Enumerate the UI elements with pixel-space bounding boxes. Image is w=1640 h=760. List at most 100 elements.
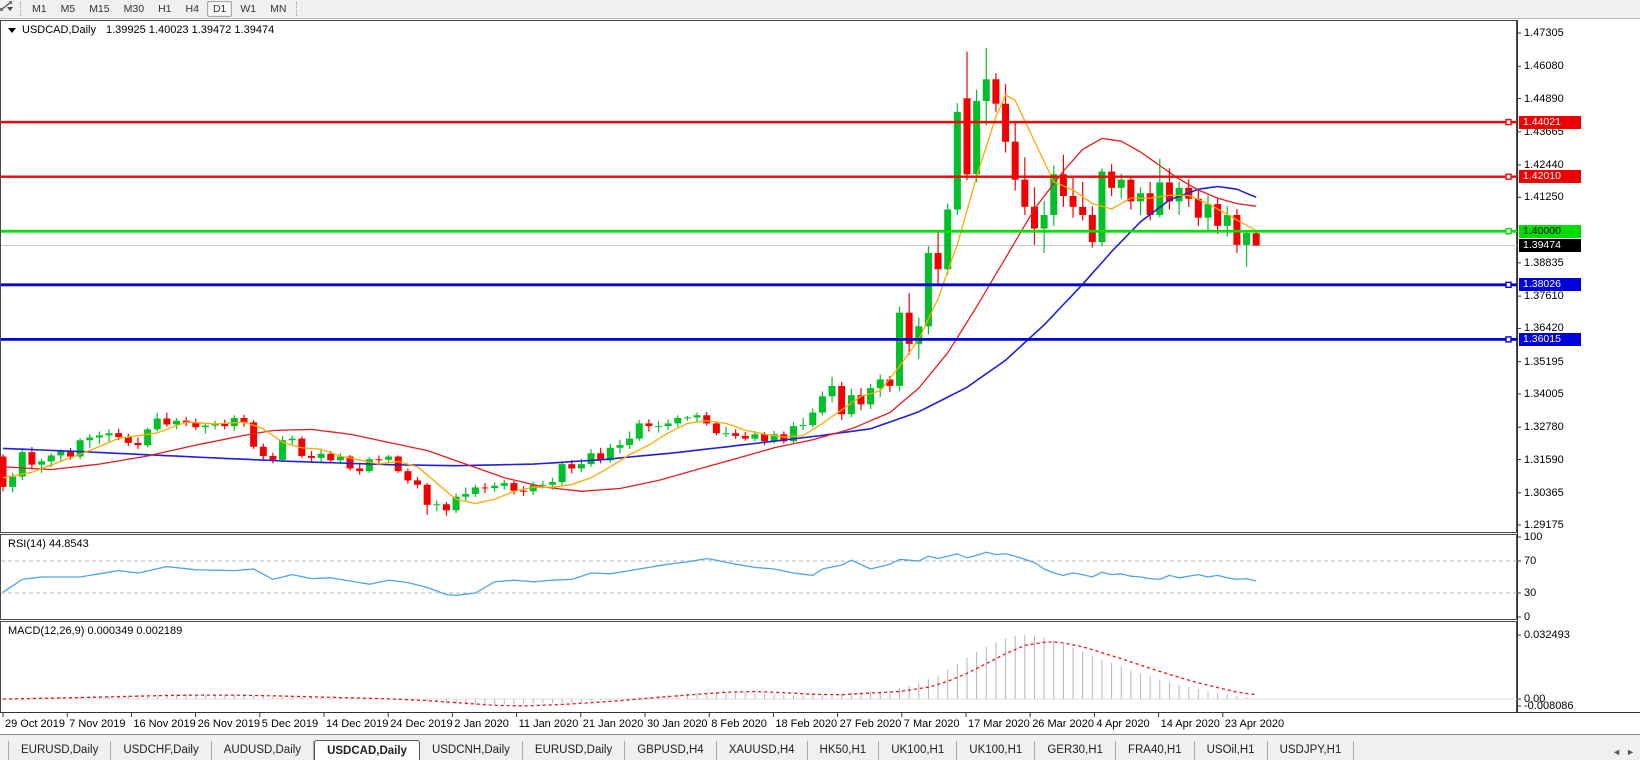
candle-body [973,101,980,174]
candle-body [694,415,701,417]
time-axis-label: 5 Dec 2019 [262,718,318,730]
tab-ger30-h1[interactable]: GER30,H1 [1035,741,1116,760]
candle-body [1021,180,1028,207]
candle-body [1205,204,1212,218]
candle-body [732,433,739,436]
level-line-handle [1506,229,1511,234]
price-axis-label: 1.41250 [1524,191,1564,203]
tab-eurusd-daily[interactable]: EURUSD,Daily [523,741,625,760]
candle-body [809,413,816,425]
candle-body [327,454,334,461]
candle-body [19,452,26,476]
tab-eurusd-daily[interactable]: EURUSD,Daily [8,741,111,760]
candle-body [829,386,836,396]
tab-usdcad-daily[interactable]: USDCAD,Daily [314,740,420,760]
time-axis-label: 14 Apr 2020 [1161,718,1220,730]
candle-body [674,418,681,423]
time-axis-label: 27 Feb 2020 [840,718,902,730]
tabs-scroll-right-icon[interactable]: ► [1626,747,1640,760]
candle-body [935,253,942,269]
candle-body [424,485,431,505]
price-badge-1.39474: 1.39474 [1519,239,1581,252]
candle-body [318,454,325,458]
candle-body [134,443,141,445]
candle-body [1108,172,1115,188]
price-badge-1.40000: 1.40000 [1519,225,1581,238]
candle-body [896,313,903,386]
candle-body [1176,188,1183,202]
candle-body [86,438,93,441]
price-badge-1.44021: 1.44021 [1519,116,1581,129]
time-axis-label: 29 Oct 2019 [5,718,65,730]
price-axis-label: 1.38835 [1524,257,1564,269]
candle-body [144,429,151,445]
tab-uk100-h1[interactable]: UK100,H1 [957,741,1035,760]
tab-xauusd-h4[interactable]: XAUUSD,H4 [717,741,808,760]
time-axis-label: 16 Nov 2019 [133,718,195,730]
time-axis-label: 24 Dec 2019 [390,718,452,730]
candle-body [375,459,382,460]
candle-body [106,433,113,435]
candle-body [48,455,55,461]
candle-body [1137,193,1144,201]
symbol-dropdown-triangle-icon [8,28,16,33]
macd-axis-label: -0.008086 [1524,700,1574,712]
tab-usoil-h1[interactable]: USOil,H1 [1195,741,1268,760]
rsi-axis-label: 70 [1524,555,1536,567]
tab-gbpusd-h4[interactable]: GBPUSD,H4 [625,741,716,760]
candle-body [1089,215,1096,242]
candle-body [1118,180,1125,188]
candle-body [462,494,469,497]
candle-body [684,417,691,418]
tab-usdchf-daily[interactable]: USDCHF,Daily [111,741,211,760]
main-chart[interactable] [0,0,1640,760]
time-axis-label: 7 Mar 2020 [904,718,960,730]
main-panel [1,21,1517,533]
rsi-axis-label: 0 [1524,611,1530,623]
tab-usdcnh-daily[interactable]: USDCNH,Daily [420,741,523,760]
tab-audusd-daily[interactable]: AUDUSD,Daily [212,741,314,760]
candle-body [0,457,7,487]
candle-body [636,423,643,438]
candle-body [723,433,730,434]
candle-body [57,451,64,455]
candle-body [713,423,720,433]
candle-body [559,464,566,482]
time-axis-label: 30 Jan 2020 [647,718,708,730]
time-axis-label: 18 Feb 2020 [775,718,837,730]
level-line-handle [1506,337,1511,342]
price-badge-1.42010: 1.42010 [1519,170,1581,183]
price-axis-label: 1.32780 [1524,421,1564,433]
time-axis-label: 4 Apr 2020 [1096,718,1149,730]
rsi-panel [1,535,1517,620]
candle-body [964,98,971,174]
candle-body [983,79,990,101]
price-axis-label: 1.30365 [1524,487,1564,499]
tab-usdjpy-h1[interactable]: USDJPY,H1 [1268,741,1355,760]
candle-body [491,486,498,488]
price-axis-label: 1.47305 [1524,27,1564,39]
candle-body [703,415,710,423]
candle-body [1079,207,1086,215]
tab-hk50-h1[interactable]: HK50,H1 [808,741,880,760]
rsi-indicator-label: RSI(14) 44.8543 [8,538,89,550]
price-axis-label: 1.44890 [1524,93,1564,105]
tab-fra40-h1[interactable]: FRA40,H1 [1116,741,1195,760]
macd-axis-label: 0.032493 [1524,629,1570,641]
price-axis-label: 1.46080 [1524,60,1564,72]
candle-body [645,423,652,426]
mt4-terminal: M1M5M15M30H1H4D1W1MN USDCAD,Daily 1.3992… [0,0,1640,760]
tabs-scroll-left-icon[interactable]: ◄ [1612,747,1626,760]
rsi-axis-label: 30 [1524,587,1536,599]
candle-body [96,435,103,437]
time-axis-label: 7 Nov 2019 [69,718,125,730]
candle-body [761,434,768,441]
tab-uk100-h1[interactable]: UK100,H1 [879,741,957,760]
candle-body [154,419,161,430]
candle-body [626,439,633,446]
time-axis-label: 11 Jan 2020 [519,718,579,730]
price-axis-label: 1.29175 [1524,519,1564,531]
candle-body [539,485,546,486]
time-axis-label: 8 Feb 2020 [711,718,767,730]
chart-tab-bar: EURUSD,DailyUSDCHF,DailyAUDUSD,DailyUSDC… [0,734,1640,760]
